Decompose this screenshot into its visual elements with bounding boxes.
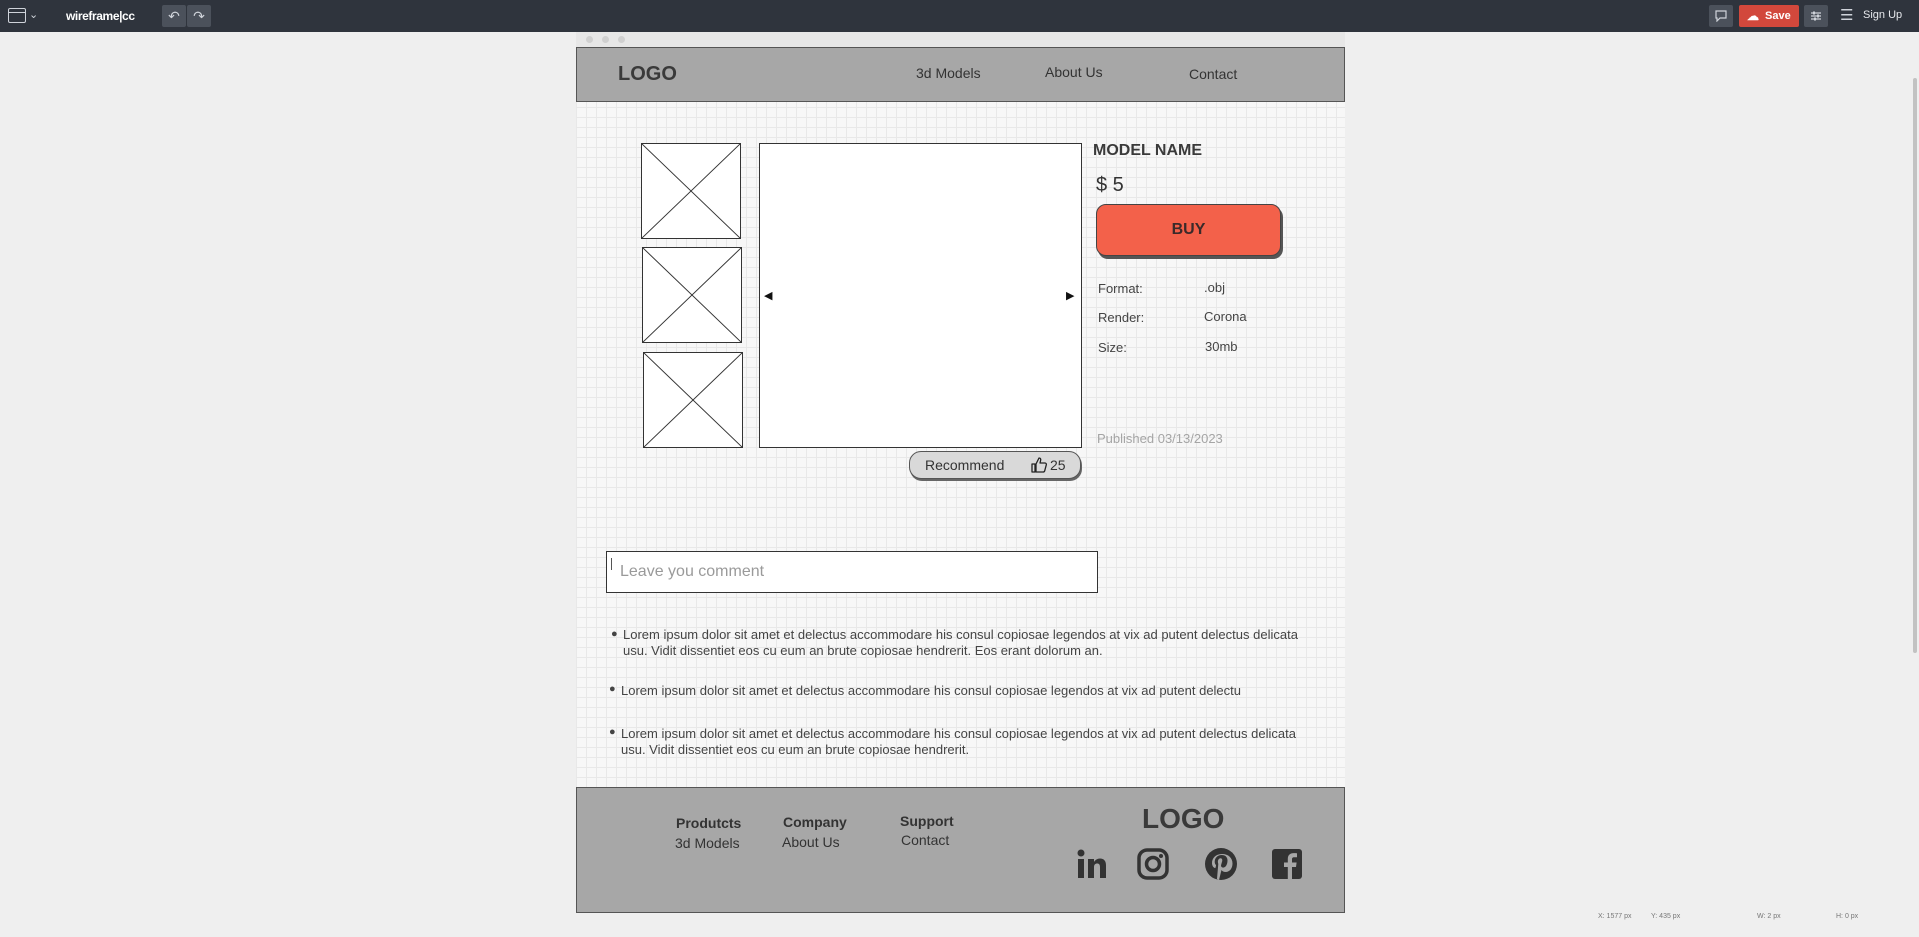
arrow-right-icon[interactable]: ▶ (1066, 289, 1074, 302)
spec-value-render: Corona (1204, 309, 1247, 324)
image-placeholder-icon (643, 248, 741, 342)
comment-item: Lorem ipsum dolor sit amet et delectus a… (623, 627, 1298, 658)
thumbnail-placeholder[interactable] (643, 352, 743, 448)
undo-icon: ↶ (168, 8, 180, 24)
arrow-left-icon[interactable]: ◀ (764, 289, 772, 302)
comment-box[interactable] (606, 551, 1098, 593)
nav-3d-models[interactable]: 3d Models (916, 65, 981, 81)
buy-button[interactable]: BUY (1096, 204, 1281, 256)
spec-label-size: Size: (1098, 340, 1127, 355)
redo-button[interactable]: ↷ (187, 5, 211, 27)
footer-logo[interactable]: LOGO (1142, 803, 1224, 835)
spec-label-format: Format: (1098, 281, 1143, 296)
status-y: Y: 435 px (1651, 913, 1681, 920)
footer-heading-company: Company (783, 814, 847, 830)
vertical-scrollbar[interactable] (1913, 78, 1917, 653)
bullet-icon: ● (611, 628, 618, 640)
frame-dot (602, 36, 609, 43)
recommend-button[interactable]: Recommend 25 (909, 451, 1081, 479)
footer-link-about-us[interactable]: About Us (782, 834, 840, 850)
footer-link-3d-models[interactable]: 3d Models (675, 835, 740, 851)
bullet-icon: ● (609, 683, 616, 695)
thumbnail-placeholder[interactable] (642, 247, 742, 343)
nav-contact[interactable]: Contact (1189, 66, 1237, 82)
comment-button[interactable] (1709, 5, 1733, 27)
status-w: W: 2 px (1757, 913, 1781, 920)
status-h: H: 0 px (1836, 913, 1859, 920)
thumbs-up-icon (1031, 457, 1048, 473)
model-viewer[interactable]: ◀ ▶ (759, 143, 1082, 448)
linkedin-icon[interactable] (1075, 847, 1109, 881)
comment-input[interactable] (607, 552, 1097, 592)
published-date: Published 03/13/2023 (1097, 431, 1223, 446)
comment-item: Lorem ipsum dolor sit amet et delectus a… (621, 726, 1296, 757)
sliders-icon (1811, 11, 1821, 21)
wireframe-page[interactable]: LOGO 3d Models About Us Contact ◀ ▶ MODE… (576, 47, 1345, 913)
footer-link-contact[interactable]: Contact (901, 832, 949, 848)
model-name: MODEL NAME (1093, 142, 1203, 159)
pinterest-icon[interactable] (1204, 847, 1238, 881)
undo-button[interactable]: ↶ (162, 5, 186, 27)
menu-icon[interactable]: ☰ (1840, 6, 1853, 24)
image-placeholder-icon (644, 353, 742, 447)
facebook-icon[interactable] (1270, 847, 1304, 881)
spec-label-render: Render: (1098, 310, 1145, 325)
frame-dot (618, 36, 625, 43)
chevron-down-icon[interactable]: ⌄ (29, 8, 38, 21)
bullet-icon: ● (609, 726, 616, 738)
sign-up-link[interactable]: Sign Up (1863, 9, 1902, 21)
spec-value-size: 30mb (1205, 339, 1238, 354)
app-toolbar: ⌄ wireframe|cc ↶ ↷ ☁ Save ☰ Sign Up (0, 0, 1919, 32)
canvas-frame-bar (576, 32, 1345, 48)
recommend-label: Recommend (925, 457, 1005, 473)
footer-heading-support: Support (900, 813, 954, 829)
save-label: Save (1765, 10, 1791, 22)
window-icon[interactable] (8, 8, 26, 23)
thumbnail-placeholder[interactable] (641, 143, 741, 239)
site-header[interactable]: LOGO 3d Models About Us Contact (576, 47, 1345, 102)
app-brand: wireframe|cc (66, 9, 135, 23)
price: $ 5 (1096, 174, 1124, 196)
save-button[interactable]: ☁ Save (1739, 5, 1799, 27)
footer-heading-products: Produtcts (676, 815, 742, 831)
redo-icon: ↷ (193, 8, 205, 24)
header-logo[interactable]: LOGO (618, 63, 677, 86)
frame-dot (586, 36, 593, 43)
comment-item: Lorem ipsum dolor sit amet et delectus a… (621, 683, 1242, 698)
comment-icon (1715, 10, 1727, 23)
cloud-upload-icon: ☁ (1747, 9, 1759, 23)
status-x: X: 1577 px (1598, 913, 1632, 920)
image-placeholder-icon (642, 144, 740, 238)
settings-button[interactable] (1804, 5, 1828, 27)
nav-about-us[interactable]: About Us (1045, 64, 1103, 80)
spec-value-format: .obj (1204, 280, 1225, 295)
recommend-count: 25 (1050, 457, 1066, 473)
instagram-icon[interactable] (1136, 847, 1170, 881)
